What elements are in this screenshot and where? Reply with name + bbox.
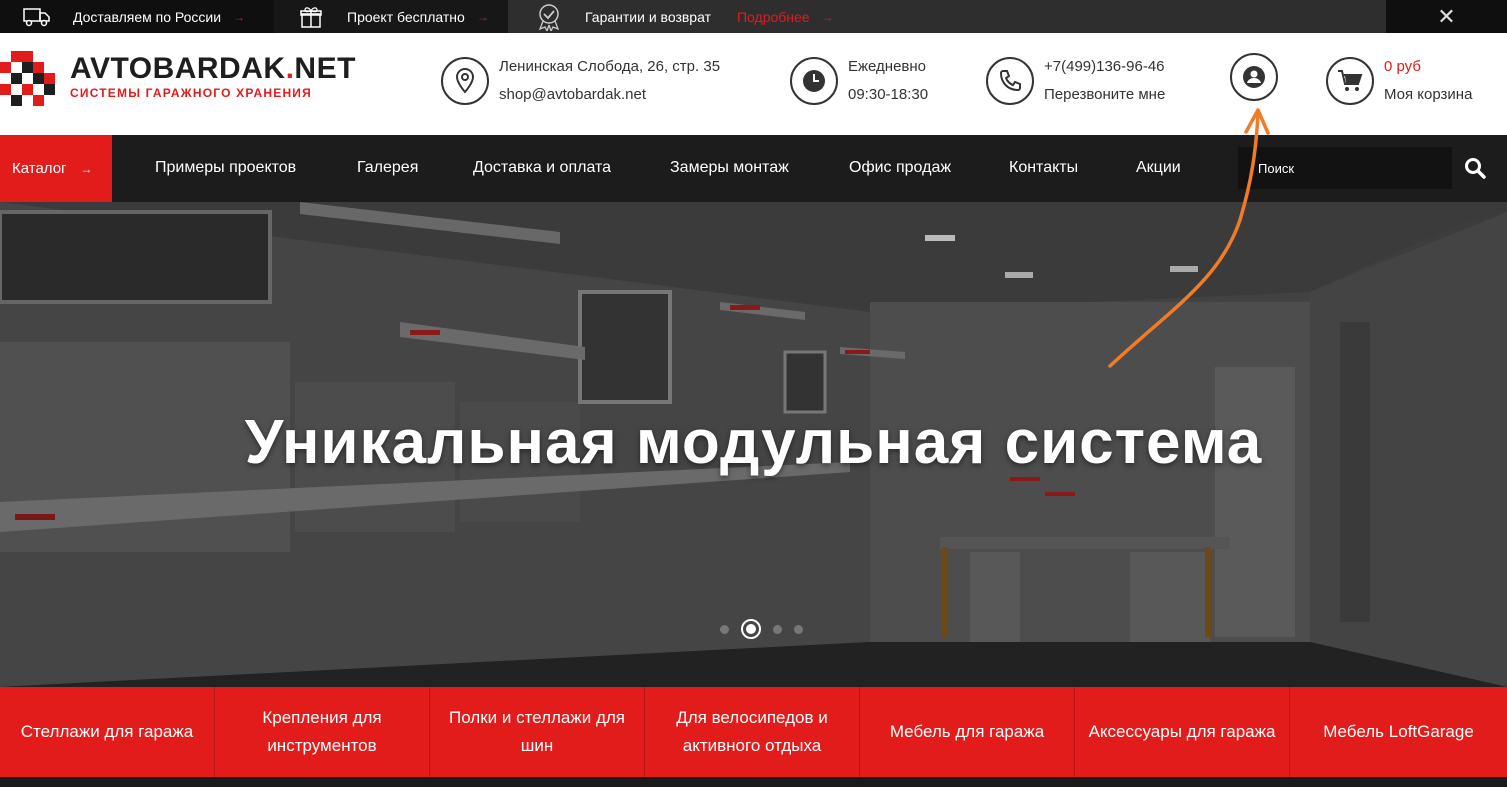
logo-subtitle: СИСТЕМЫ ГАРАЖНОГО ХРАНЕНИЯ	[70, 86, 312, 100]
category-strip: Стеллажи для гаража Крепления для инстру…	[0, 687, 1507, 777]
slider-dots	[714, 619, 809, 639]
logo-mark-icon	[0, 48, 58, 106]
nav-item-delivery[interactable]: Доставка и оплата	[473, 159, 611, 177]
nav-item-gallery[interactable]: Галерея	[357, 159, 418, 177]
arrow-right-icon: →	[80, 161, 93, 176]
catalog-label: Каталог	[12, 160, 67, 177]
hero-slider: Уникальная модульная система	[0, 202, 1507, 687]
truck-icon	[22, 5, 52, 29]
slider-dot-2[interactable]	[741, 619, 761, 639]
site-header: AVTOBARDAK.NET СИСТЕМЫ ГАРАЖНОГО ХРАНЕНИ…	[0, 33, 1507, 135]
phone-number[interactable]: +7(499)136-96-46	[1044, 53, 1165, 81]
user-account-icon[interactable]	[1230, 53, 1278, 101]
nav-item-sales[interactable]: Акции	[1136, 159, 1181, 177]
hours-label: Ежедневно	[848, 58, 927, 75]
hours-value: 09:30-18:30	[848, 86, 929, 103]
promo-guarantee-label: Гарантии и возврат	[585, 8, 711, 25]
hours-block: Ежедневно 09:30-18:30	[790, 53, 928, 109]
nav-item-measure[interactable]: Замеры монтаж	[670, 159, 789, 177]
slider-dot-3[interactable]	[773, 624, 782, 634]
location-pin-icon	[441, 57, 489, 105]
account-block	[1230, 53, 1278, 101]
category-furniture[interactable]: Мебель для гаража	[860, 687, 1075, 777]
logo-title: AVTOBARDAK.NET	[70, 52, 356, 85]
phone-block: +7(499)136-96-46 Перезвоните мне	[986, 53, 1165, 109]
promo-delivery-label: Доставляем по России	[73, 8, 222, 25]
promo-project[interactable]: Проект бесплатно →	[274, 0, 508, 33]
category-loftgarage[interactable]: Мебель LoftGarage	[1290, 687, 1507, 777]
cart-total: 0 руб	[1384, 58, 1421, 75]
cart-block[interactable]: 0 руб Моя корзина	[1326, 53, 1472, 109]
category-bikes[interactable]: Для велосипедов и активного отдыха	[645, 687, 860, 777]
callback-link[interactable]: Перезвоните мне	[1044, 81, 1165, 109]
logo[interactable]: AVTOBARDAK.NET СИСТЕМЫ ГАРАЖНОГО ХРАНЕНИ…	[0, 48, 356, 106]
category-accessories[interactable]: Аксессуары для гаража	[1075, 687, 1290, 777]
slider-dot-1[interactable]	[720, 624, 729, 634]
close-icon[interactable]: ✕	[1432, 4, 1462, 30]
nav-item-projects[interactable]: Примеры проектов	[155, 159, 296, 177]
promo-guarantee[interactable]: Гарантии и возврат Подробнее →	[508, 0, 1386, 33]
cart-label[interactable]: Моя корзина	[1384, 81, 1472, 109]
address-text: Ленинская Слобода, 26, стр. 35	[499, 58, 721, 75]
clock-icon	[790, 57, 838, 105]
gift-icon	[296, 5, 326, 29]
slider-dot-4[interactable]	[794, 624, 803, 634]
phone-icon[interactable]	[986, 57, 1034, 105]
catalog-button[interactable]: Каталог →	[0, 135, 112, 202]
more-link[interactable]: Подробнее	[737, 9, 810, 25]
bottom-strip	[0, 777, 1507, 787]
search-input[interactable]	[1238, 147, 1452, 189]
badge-check-icon	[534, 3, 564, 31]
nav-item-contacts[interactable]: Контакты	[1009, 159, 1078, 177]
category-tool-mounts[interactable]: Крепления для инструментов	[215, 687, 430, 777]
nav-item-office[interactable]: Офис продаж	[849, 159, 951, 177]
cart-icon[interactable]	[1326, 57, 1374, 105]
hero-title: Уникальная модульная система	[244, 408, 1263, 477]
arrow-right-icon: →	[476, 9, 489, 24]
email-link[interactable]: shop@avtobardak.net	[499, 81, 720, 109]
promo-delivery[interactable]: Доставляем по России →	[0, 0, 274, 33]
category-tire-shelves[interactable]: Полки и стеллажи для шин	[430, 687, 645, 777]
arrow-right-icon: →	[233, 9, 246, 24]
arrow-right-icon: →	[821, 9, 834, 24]
category-racks[interactable]: Стеллажи для гаража	[0, 687, 215, 777]
search-icon[interactable]	[1452, 147, 1498, 189]
promo-bar: Доставляем по России → Проект бесплатно …	[0, 0, 1507, 33]
promo-close-area: ✕	[1386, 0, 1507, 33]
address-block: Ленинская Слобода, 26, стр. 35 shop@avto…	[441, 53, 720, 109]
promo-project-label: Проект бесплатно	[347, 8, 465, 25]
